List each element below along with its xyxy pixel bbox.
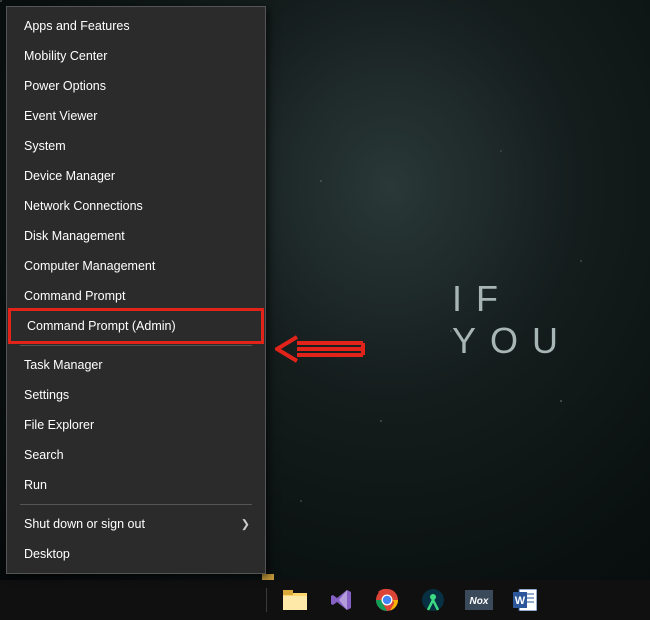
menu-apps-and-features[interactable]: Apps and Features <box>8 11 264 41</box>
svg-text:W: W <box>515 595 526 607</box>
menu-system[interactable]: System <box>8 131 264 161</box>
taskbar-visual-studio-icon[interactable] <box>319 580 363 620</box>
menu-settings[interactable]: Settings <box>8 380 264 410</box>
menu-task-manager[interactable]: Task Manager <box>8 350 264 380</box>
menu-network-connections[interactable]: Network Connections <box>8 191 264 221</box>
menu-shut-down-or-sign-out[interactable]: Shut down or sign out ❯ <box>8 509 264 539</box>
menu-disk-management[interactable]: Disk Management <box>8 221 264 251</box>
taskbar: Nox W <box>0 580 650 620</box>
menu-search[interactable]: Search <box>8 440 264 470</box>
menu-mobility-center[interactable]: Mobility Center <box>8 41 264 71</box>
menu-power-options[interactable]: Power Options <box>8 71 264 101</box>
winx-context-menu: Apps and Features Mobility Center Power … <box>6 6 266 574</box>
taskbar-android-studio-icon[interactable] <box>411 580 455 620</box>
annotation-arrow-icon <box>275 335 365 368</box>
menu-event-viewer[interactable]: Event Viewer <box>8 101 264 131</box>
menu-divider <box>20 504 252 505</box>
wallpaper-text: IF YOU <box>452 278 650 362</box>
menu-desktop[interactable]: Desktop <box>8 539 264 569</box>
taskbar-separator <box>266 588 267 612</box>
taskbar-nox-icon[interactable]: Nox <box>457 580 501 620</box>
svg-text:Nox: Nox <box>470 596 489 607</box>
menu-run[interactable]: Run <box>8 470 264 500</box>
menu-command-prompt[interactable]: Command Prompt <box>8 281 264 311</box>
taskbar-file-explorer-icon[interactable] <box>273 580 317 620</box>
menu-divider <box>20 345 252 346</box>
chevron-right-icon: ❯ <box>241 518 250 531</box>
menu-file-explorer[interactable]: File Explorer <box>8 410 264 440</box>
menu-computer-management[interactable]: Computer Management <box>8 251 264 281</box>
taskbar-chrome-icon[interactable] <box>365 580 409 620</box>
taskbar-word-icon[interactable]: W <box>503 580 547 620</box>
menu-item-label: Shut down or sign out <box>24 517 145 531</box>
menu-command-prompt-admin[interactable]: Command Prompt (Admin) <box>8 308 264 344</box>
menu-device-manager[interactable]: Device Manager <box>8 161 264 191</box>
